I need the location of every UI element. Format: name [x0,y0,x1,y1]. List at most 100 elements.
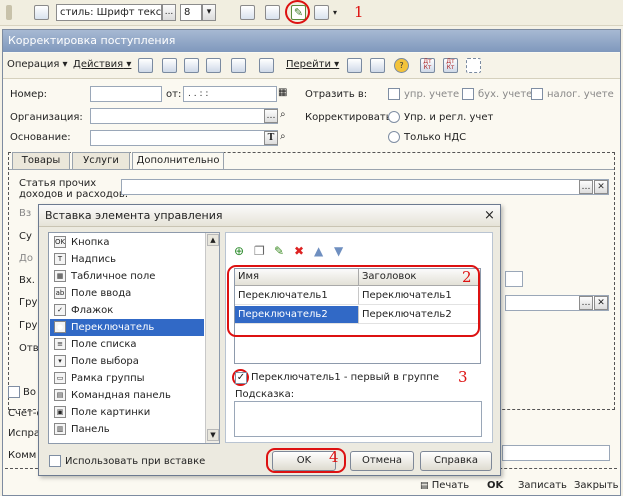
calendar-icon[interactable]: ▦ [278,87,287,98]
add-copy-icon[interactable]: ❐ [254,244,265,258]
dialog-cancel-button[interactable]: Отмена [350,451,414,471]
structure-icon[interactable] [370,58,385,73]
control-type-item[interactable]: T Надпись [50,251,204,268]
adjust-option2-radio[interactable] [388,131,400,143]
control-type-item[interactable]: ▾ Поле выбора [50,353,204,370]
right-side-field-1[interactable] [505,271,523,287]
control-type-item[interactable]: ▭ Рамка группы [50,370,204,387]
layout-icon[interactable] [265,5,280,20]
reflect-acc-checkbox[interactable] [462,88,474,100]
control-type-item[interactable]: ▣ Поле картинки [50,404,204,421]
scroll-down-icon[interactable]: ▼ [207,429,219,441]
move-down-icon[interactable]: ▼ [334,244,343,258]
copy-icon[interactable] [138,58,153,73]
tab-order-icon[interactable] [240,5,255,20]
control-type-label: Кнопка [71,237,110,248]
dialog-ok-button[interactable]: OK [272,451,336,471]
dialog-close-icon[interactable]: × [484,208,495,223]
control-type-item[interactable]: ab Поле ввода [50,285,204,302]
use-on-insert-checkbox[interactable] [49,455,61,467]
control-type-item[interactable]: ≡ Поле списка [50,336,204,353]
control-type-item[interactable]: ● Переключатель [50,319,204,336]
scroll-up-icon[interactable]: ▲ [207,234,219,246]
print-icon: ▤ [420,481,429,491]
lower-checkbox[interactable] [8,386,20,398]
command-panel-icon: ▤ [54,389,66,401]
base-search-icon[interactable]: ⌕ [280,131,286,142]
style-combo[interactable]: стиль: Шрифт текста [56,4,162,21]
base-type-button[interactable]: T [264,131,278,145]
style-choose-button[interactable]: ... [162,4,176,21]
control-type-item[interactable]: ▦ Табличное поле [50,268,204,285]
menu-goto[interactable]: Перейти ▾ [286,59,339,70]
reflect-mgmt-checkbox[interactable] [388,88,400,100]
other-income-clear-button[interactable]: ✕ [594,180,608,194]
help-icon[interactable]: ? [394,58,409,73]
organization-search-icon[interactable]: ⌕ [280,109,286,120]
other-income-field[interactable] [121,179,609,195]
select-area-icon[interactable] [466,58,481,73]
form-command-bar: Операция ▾ Действия ▾ Перейти ▾ ? Дт Кт … [3,53,620,79]
dt-kt-movements-icon[interactable]: Дт Кт [443,58,458,73]
base-field[interactable] [90,130,278,146]
first-in-group-checkbox[interactable]: ✓ [235,372,247,384]
dialog-help-button[interactable]: Справка [420,451,492,471]
tab-goods[interactable]: Товары [12,152,70,169]
date-field[interactable]: . . : : [183,86,277,102]
from-label: от: [166,89,182,100]
organization-field[interactable] [90,108,278,124]
list-icon[interactable] [347,58,362,73]
move-up-icon[interactable]: ▲ [314,244,323,258]
callout-1-circle [285,0,310,24]
close-button[interactable]: Закрыть [574,476,619,496]
right-side-clear-button[interactable]: ✕ [594,296,608,310]
properties-icon[interactable] [34,5,49,20]
organization-choose-button[interactable]: … [264,109,278,123]
frag-komm-label: Комм [8,450,37,461]
number-field[interactable] [90,86,162,102]
comment-field-tail[interactable] [502,445,610,461]
frag-do-label: До [19,253,33,264]
control-types-list[interactable]: OK Кнопка T Надпись ▦ Табличное поле ab Поле вв… [48,232,220,444]
tab-additional[interactable]: Дополнительно [132,152,224,170]
post-icon[interactable] [184,58,199,73]
save-button[interactable]: Записать [518,476,567,496]
control-type-item[interactable]: ▤ Командная панель [50,387,204,404]
unpost-icon[interactable] [231,58,246,73]
right-side-choose-button[interactable]: … [579,296,593,310]
print-button[interactable]: ▤ Печать [420,476,469,496]
add-icon[interactable]: ⊕ [234,244,244,258]
edit-icon[interactable] [162,58,177,73]
callout-4-number: 4 [329,448,339,466]
frag-vo-label: Во [23,387,36,398]
control-type-item[interactable]: ▥ Панель [50,421,204,438]
table-field-icon: ▦ [54,270,66,282]
adjust-option1-radio[interactable] [388,111,400,123]
control-type-item[interactable]: OK Кнопка [50,234,204,251]
dt-kt-icon[interactable]: Дт Кт [420,58,435,73]
font-size-dropdown-button[interactable]: ▾ [202,4,216,21]
tab-services[interactable]: Услуги [72,152,130,169]
menu-operation[interactable]: Операция ▾ [7,59,68,70]
refresh-icon[interactable] [206,58,221,73]
control-type-item[interactable]: ✓ Флажок [50,302,204,319]
hint-textarea[interactable] [234,401,482,437]
delete-icon[interactable]: ✖ [294,244,304,258]
panel-icon: ▥ [54,423,66,435]
callout-3-number: 3 [458,368,468,386]
add-field-dropdown-icon[interactable]: ▾ [333,8,337,17]
add-field-icon[interactable] [314,5,329,20]
control-type-label: Надпись [71,254,116,265]
control-type-label: Рамка группы [71,373,145,384]
list-scrollbar[interactable]: ▲ ▼ [205,233,219,443]
fill-icon[interactable] [259,58,274,73]
reflect-tax-checkbox[interactable] [531,88,543,100]
edit-pencil-icon[interactable]: ✎ [274,244,284,258]
menu-actions[interactable]: Действия ▾ [73,59,131,70]
control-type-label: Поле ввода [71,288,132,299]
other-income-choose-button[interactable]: … [579,180,593,194]
font-size-combo[interactable]: 8 [180,4,202,21]
insert-control-dialog: Вставка элемента управления × OK Кнопка T Н… [38,204,501,476]
form-ok-button[interactable]: OK [487,476,503,496]
tab-divider [9,169,614,170]
